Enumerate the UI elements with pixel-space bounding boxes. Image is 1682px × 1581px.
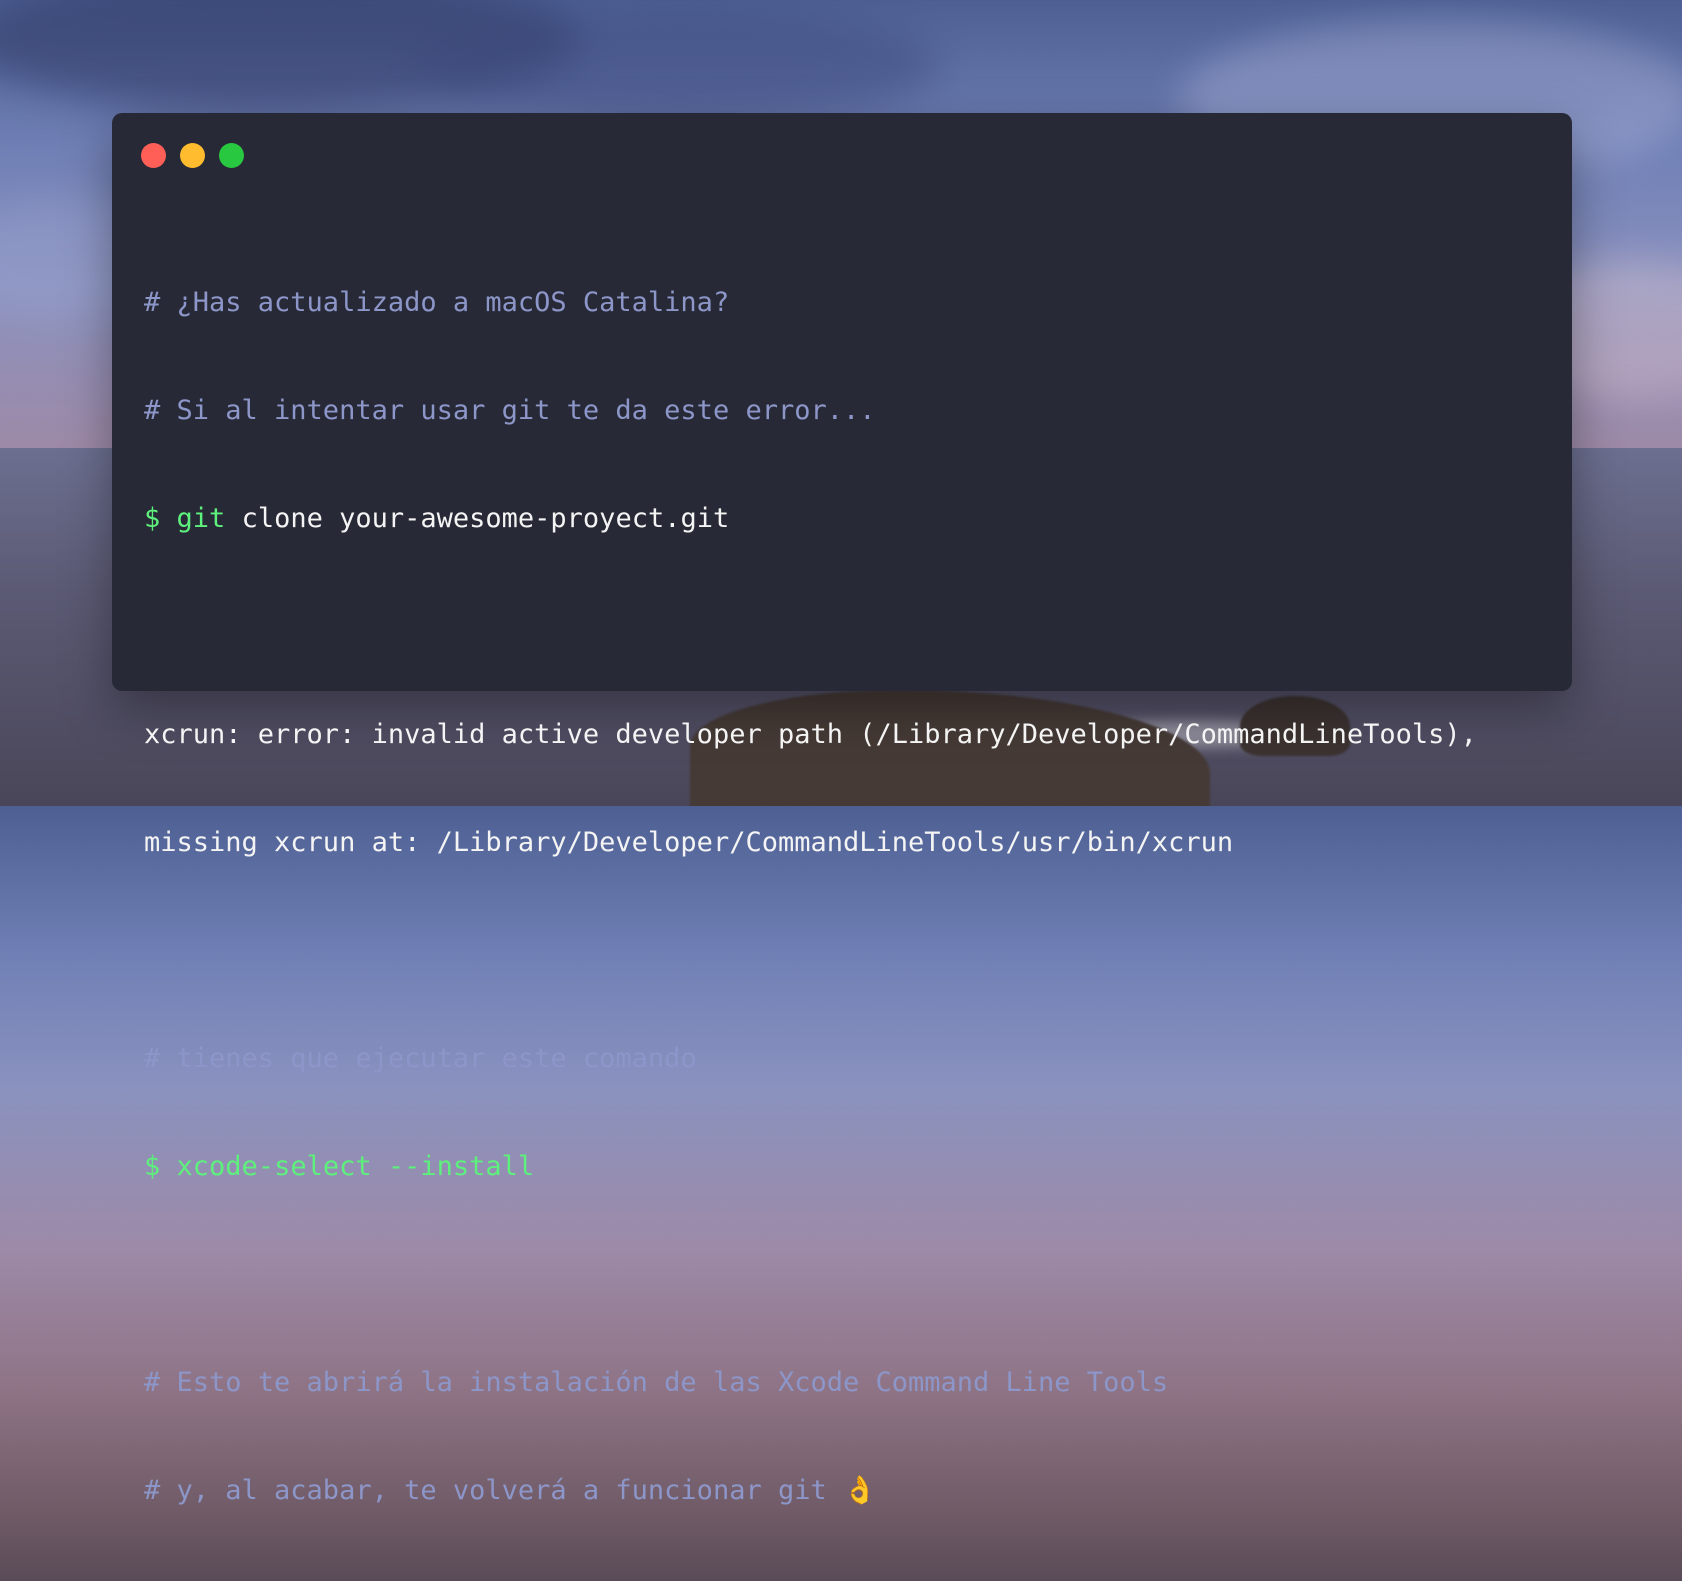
terminal-output[interactable]: # ¿Has actualizado a macOS Catalina? # S… [144, 213, 1552, 1581]
command-text: xcode-select --install [176, 1151, 535, 1182]
terminal-window[interactable]: # ¿Has actualizado a macOS Catalina? # S… [112, 113, 1572, 1506]
close-button[interactable] [141, 143, 166, 168]
comment-line: # Si al intentar usar git te da este err… [144, 395, 876, 426]
prompt-symbol: $ [144, 1151, 161, 1182]
command-line: $ xcode-select --install [144, 1149, 1552, 1185]
comment-line: # tienes que ejecutar este comando [144, 1043, 697, 1074]
comment-line: # Esto te abrirá la instalación de las X… [144, 1367, 1169, 1398]
window-controls [141, 143, 244, 168]
comment-line: # ¿Has actualizado a macOS Catalina? [144, 287, 730, 318]
error-output-line: xcrun: error: invalid active developer p… [144, 719, 1477, 750]
wallpaper-cloud [420, 10, 940, 120]
error-output-line: missing xcrun at: /Library/Developer/Com… [144, 827, 1234, 858]
minimize-button[interactable] [180, 143, 205, 168]
command-line: $ git clone your-awesome-proyect.git [144, 501, 1552, 537]
command-args: clone your-awesome-proyect.git [225, 503, 730, 534]
prompt-symbol: $ [144, 503, 161, 534]
command-name: git [176, 503, 226, 534]
zoom-button[interactable] [219, 143, 244, 168]
comment-line: # y, al acabar, te volverá a funcionar g… [144, 1475, 877, 1506]
